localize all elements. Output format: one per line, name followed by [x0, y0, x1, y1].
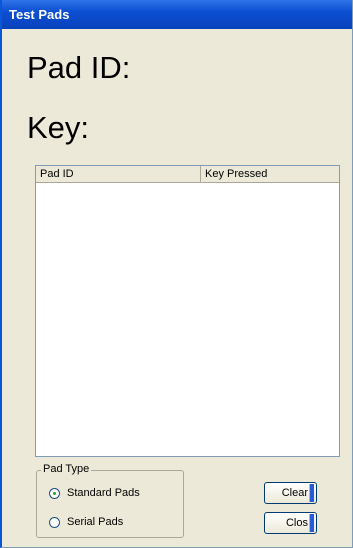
key-label: Key: — [27, 110, 90, 145]
test-pads-window: Test Pads Pad ID: Key: Pad ID Key Presse… — [0, 0, 353, 548]
close-button-label: Clos — [285, 517, 308, 529]
clear-button[interactable]: Clear — [264, 482, 317, 504]
window-title: Test Pads — [9, 7, 70, 22]
button-focus-bar — [309, 484, 314, 502]
column-header-key-pressed[interactable]: Key Pressed — [201, 166, 339, 182]
serial-pads-radio[interactable] — [49, 516, 60, 528]
column-header-pad-id[interactable]: Pad ID — [36, 166, 201, 182]
pad-id-label: Pad ID: — [27, 50, 131, 85]
standard-pads-label: Standard Pads — [67, 487, 140, 499]
serial-pads-option[interactable]: Serial Pads — [49, 516, 123, 528]
pad-type-group: Pad Type Standard Pads Serial Pads — [36, 463, 184, 538]
title-bar[interactable]: Test Pads — [2, 0, 352, 29]
close-button[interactable]: Clos — [264, 512, 317, 534]
pad-events-list[interactable]: Pad ID Key Pressed — [35, 165, 340, 457]
clear-button-label: Clear — [281, 487, 308, 499]
standard-pads-radio[interactable] — [49, 487, 60, 499]
standard-pads-option[interactable]: Standard Pads — [49, 487, 140, 499]
serial-pads-label: Serial Pads — [67, 516, 124, 528]
pad-type-group-title: Pad Type — [41, 463, 92, 475]
list-header: Pad ID Key Pressed — [36, 166, 339, 183]
button-focus-bar — [309, 514, 314, 532]
